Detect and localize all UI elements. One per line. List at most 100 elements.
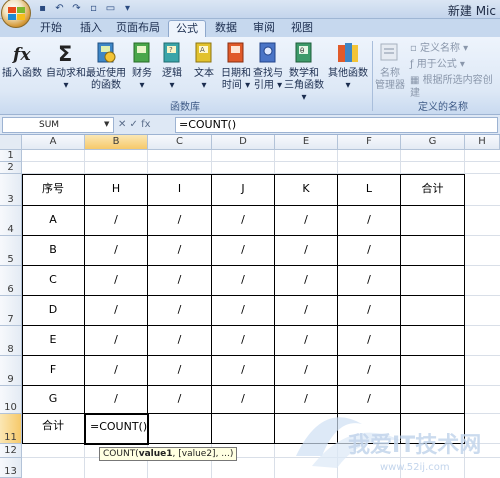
redo-icon[interactable]: ↷ <box>70 2 83 15</box>
column-header-a[interactable]: A <box>22 135 85 150</box>
column-header-g[interactable]: G <box>401 135 465 150</box>
table-cell[interactable]: / <box>212 236 275 266</box>
table-cell[interactable] <box>401 206 465 236</box>
row-header-8[interactable]: 8 <box>0 326 22 356</box>
use-in-formula-button[interactable]: ƒ 用于公式 ▾ <box>410 58 465 71</box>
table-cell[interactable]: / <box>85 266 148 296</box>
table-cell[interactable]: / <box>85 356 148 386</box>
table-header-cell[interactable]: J <box>212 174 275 206</box>
recent-functions-button[interactable]: 最近使用 的函数 <box>86 40 126 92</box>
table-header-cell[interactable]: 合计 <box>401 174 465 206</box>
tab-review[interactable]: 审阅 <box>248 20 280 37</box>
column-header-d[interactable]: D <box>212 135 275 150</box>
table-header-cell[interactable]: H <box>85 174 148 206</box>
row-header-5[interactable]: 5 <box>0 236 22 266</box>
customize-toolbar-icon[interactable]: ▾ <box>121 2 134 15</box>
row-header-2[interactable]: 2 <box>0 162 22 174</box>
table-cell[interactable]: / <box>148 266 212 296</box>
table-cell[interactable]: / <box>148 236 212 266</box>
formula-bar-icons[interactable]: ✕ ✓ fx <box>118 117 151 133</box>
math-trig-button[interactable]: θ 数学和 三角函数 ▾ <box>284 40 324 104</box>
row-header-13[interactable]: 13 <box>0 458 22 478</box>
table-cell[interactable]: / <box>338 296 401 326</box>
table-cell[interactable]: / <box>148 296 212 326</box>
table-cell[interactable]: G <box>22 386 85 414</box>
table-cell[interactable]: / <box>148 356 212 386</box>
table-cell[interactable]: / <box>338 266 401 296</box>
tab-view[interactable]: 视图 <box>286 20 318 37</box>
select-all-corner[interactable] <box>0 135 22 150</box>
table-cell[interactable]: / <box>212 386 275 414</box>
table-cell[interactable]: D <box>22 296 85 326</box>
insert-function-button[interactable]: fx 插入函数 <box>2 40 42 80</box>
tab-insert[interactable]: 插入 <box>74 20 108 37</box>
row-header-1[interactable]: 1 <box>0 150 22 162</box>
table-header-cell[interactable]: L <box>338 174 401 206</box>
table-cell[interactable]: / <box>275 266 338 296</box>
table-cell[interactable]: C <box>22 266 85 296</box>
row-header-10[interactable]: 10 <box>0 386 22 414</box>
row-header-11[interactable]: 11 <box>0 414 22 444</box>
lookup-reference-button[interactable]: 查找与 引用 ▾ <box>252 40 284 92</box>
table-cell[interactable]: / <box>85 206 148 236</box>
text-button[interactable]: A 文本 ▾ <box>190 40 218 92</box>
tab-formulas[interactable]: 公式 <box>168 20 206 37</box>
print-preview-icon[interactable]: ▫ <box>87 2 100 15</box>
table-cell[interactable]: / <box>275 356 338 386</box>
undo-icon[interactable]: ↶ <box>53 2 66 15</box>
table-cell[interactable]: F <box>22 356 85 386</box>
define-name-button[interactable]: ▫ 定义名称 ▾ <box>410 42 468 55</box>
name-box-dropdown-icon[interactable]: ▼ <box>104 120 109 128</box>
table-cell[interactable] <box>401 236 465 266</box>
column-header-c[interactable]: C <box>148 135 212 150</box>
table-cell[interactable]: / <box>275 296 338 326</box>
column-header-h[interactable]: H <box>465 135 500 150</box>
row-header-3[interactable]: 3 <box>0 174 22 206</box>
table-cell[interactable]: / <box>275 326 338 356</box>
table-cell[interactable]: / <box>338 326 401 356</box>
new-document-icon[interactable]: ▭ <box>104 2 117 15</box>
table-cell[interactable] <box>148 414 212 444</box>
table-cell[interactable]: E <box>22 326 85 356</box>
table-cell[interactable]: / <box>148 206 212 236</box>
autosum-button[interactable]: Σ 自动求和 ▾ <box>46 40 86 92</box>
formula-input[interactable]: =COUNT() <box>175 117 498 133</box>
column-header-f[interactable]: F <box>338 135 401 150</box>
total-label-cell[interactable]: 合计 <box>22 414 85 444</box>
row-header-6[interactable]: 6 <box>0 266 22 296</box>
name-box[interactable]: SUM <box>2 117 114 133</box>
table-cell[interactable] <box>401 266 465 296</box>
create-from-selection-button[interactable]: ▦ 根据所选内容创建 <box>410 74 500 100</box>
tab-home[interactable]: 开始 <box>32 20 70 37</box>
row-header-7[interactable]: 7 <box>0 296 22 326</box>
table-cell[interactable]: / <box>275 206 338 236</box>
table-cell[interactable]: B <box>22 236 85 266</box>
table-cell[interactable]: / <box>338 206 401 236</box>
table-cell[interactable]: A <box>22 206 85 236</box>
table-cell[interactable]: / <box>212 326 275 356</box>
table-cell[interactable]: / <box>148 386 212 414</box>
column-header-e[interactable]: E <box>275 135 338 150</box>
row-header-4[interactable]: 4 <box>0 206 22 236</box>
table-cell[interactable]: / <box>85 326 148 356</box>
active-cell-editor[interactable]: =COUNT() <box>84 413 149 445</box>
table-cell[interactable]: / <box>148 326 212 356</box>
table-cell[interactable]: / <box>85 236 148 266</box>
tab-data[interactable]: 数据 <box>210 20 242 37</box>
table-cell[interactable]: / <box>338 356 401 386</box>
row-header-12[interactable]: 12 <box>0 444 22 458</box>
date-time-button[interactable]: 日期和 时间 ▾ <box>220 40 252 92</box>
table-header-cell[interactable]: I <box>148 174 212 206</box>
table-cell[interactable] <box>401 326 465 356</box>
table-cell[interactable]: / <box>85 296 148 326</box>
table-cell[interactable]: / <box>212 296 275 326</box>
table-cell[interactable]: / <box>85 386 148 414</box>
column-header-b[interactable]: B <box>85 135 148 150</box>
name-manager-button[interactable]: 名称 管理器 <box>374 40 406 92</box>
logical-button[interactable]: ? 逻辑 ▾ <box>158 40 186 92</box>
table-cell[interactable]: / <box>212 266 275 296</box>
save-icon[interactable]: ▪ <box>36 2 49 15</box>
table-cell[interactable]: / <box>212 206 275 236</box>
table-cell[interactable]: / <box>275 236 338 266</box>
table-cell[interactable]: / <box>212 356 275 386</box>
